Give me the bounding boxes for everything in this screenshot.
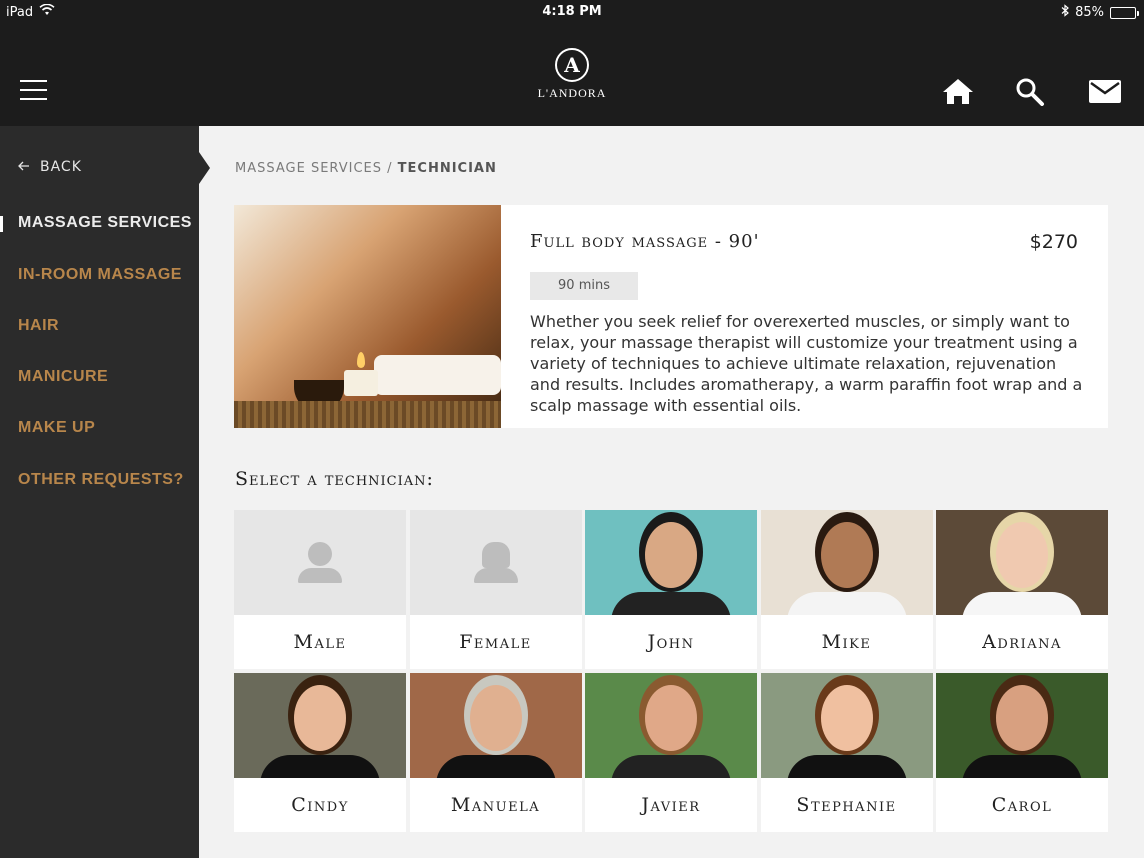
logo-mark: A xyxy=(555,48,589,82)
back-label: BACK xyxy=(40,159,82,175)
technician-name: Javier xyxy=(641,794,701,816)
brand-logo[interactable]: A L'ANDORA xyxy=(522,48,622,108)
sidebar-item-massage-services[interactable]: MASSAGE SERVICES xyxy=(18,214,192,232)
sidebar-item-manicure[interactable]: MANICURE xyxy=(18,368,108,386)
breadcrumb-parent[interactable]: MASSAGE SERVICES xyxy=(235,161,382,176)
technician-name: Female xyxy=(459,631,532,653)
technician-name: Carol xyxy=(991,794,1053,816)
technician-card-stephanie[interactable]: Stephanie xyxy=(760,673,933,832)
sidebar-item-other-requests[interactable]: OTHER REQUESTS? xyxy=(18,471,184,489)
home-icon[interactable] xyxy=(941,76,975,106)
service-price: $270 xyxy=(1029,231,1078,253)
technician-card-manuela[interactable]: Manuela xyxy=(409,673,582,832)
battery-icon xyxy=(1110,6,1139,19)
technician-name: Mike xyxy=(821,631,872,653)
sidebar-item-in-room-massage[interactable]: IN-ROOM MASSAGE xyxy=(18,266,182,284)
technician-grid: Male Female John Mike Adriana Cindy Manuela Jav… xyxy=(234,510,1109,832)
service-description: Whether you seek relief for overexerted … xyxy=(530,312,1083,415)
technician-name: John xyxy=(647,631,695,653)
service-title: Full body massage - 90' xyxy=(530,231,760,252)
sidebar-item-hair[interactable]: HAIR xyxy=(18,317,59,335)
active-indicator xyxy=(0,216,3,232)
technician-card-male[interactable]: Male xyxy=(234,510,406,669)
technician-photo xyxy=(936,510,1108,615)
technician-name: Cindy xyxy=(291,794,349,816)
technician-photo xyxy=(936,673,1108,778)
mail-icon[interactable] xyxy=(1088,76,1122,106)
technician-name: Stephanie xyxy=(796,794,897,816)
technician-section-title: Select a technician: xyxy=(235,468,434,490)
technician-photo xyxy=(234,673,406,778)
logo-name: L'ANDORA xyxy=(537,86,607,100)
battery-percent: 85% xyxy=(1075,5,1104,20)
technician-name: Adriana xyxy=(982,631,1062,653)
technician-name: Male xyxy=(293,631,347,653)
technician-photo xyxy=(409,673,582,778)
service-photo xyxy=(234,205,501,428)
bluetooth-icon xyxy=(1061,4,1070,21)
menu-icon[interactable] xyxy=(20,80,47,100)
duration-badge: 90 mins xyxy=(530,272,638,300)
technician-card-john[interactable]: John xyxy=(585,510,757,669)
sidebar: BACK MASSAGE SERVICES IN-ROOM MASSAGE HA… xyxy=(0,126,210,858)
search-icon[interactable] xyxy=(1013,76,1047,106)
technician-card-cindy[interactable]: Cindy xyxy=(234,673,406,832)
breadcrumb: MASSAGE SERVICES / TECHNICIAN xyxy=(235,161,497,176)
male-avatar-icon xyxy=(234,510,406,615)
technician-card-javier[interactable]: Javier xyxy=(585,673,757,832)
technician-photo xyxy=(585,673,757,778)
technician-card-female[interactable]: Female xyxy=(409,510,582,669)
sidebar-pointer xyxy=(199,152,210,184)
status-time: 4:18 PM xyxy=(542,4,602,19)
technician-photo xyxy=(760,673,933,778)
technician-card-mike[interactable]: Mike xyxy=(760,510,933,669)
status-bar: iPad 4:18 PM 85% xyxy=(0,0,1144,24)
app-header: iPad 4:18 PM 85% A L'ANDORA xyxy=(0,0,1144,126)
arrow-left-icon xyxy=(18,159,30,175)
female-avatar-icon xyxy=(409,510,582,615)
back-button[interactable]: BACK xyxy=(18,159,82,175)
service-card: Full body massage - 90' $270 90 mins Whe… xyxy=(234,205,1108,428)
breadcrumb-current: TECHNICIAN xyxy=(397,161,497,176)
breadcrumb-separator: / xyxy=(382,161,398,176)
sidebar-item-make-up[interactable]: MAKE UP xyxy=(18,419,95,437)
technician-photo xyxy=(585,510,757,615)
technician-photo xyxy=(760,510,933,615)
technician-name: Manuela xyxy=(450,794,541,816)
technician-card-carol[interactable]: Carol xyxy=(936,673,1108,832)
technician-card-adriana[interactable]: Adriana xyxy=(936,510,1108,669)
